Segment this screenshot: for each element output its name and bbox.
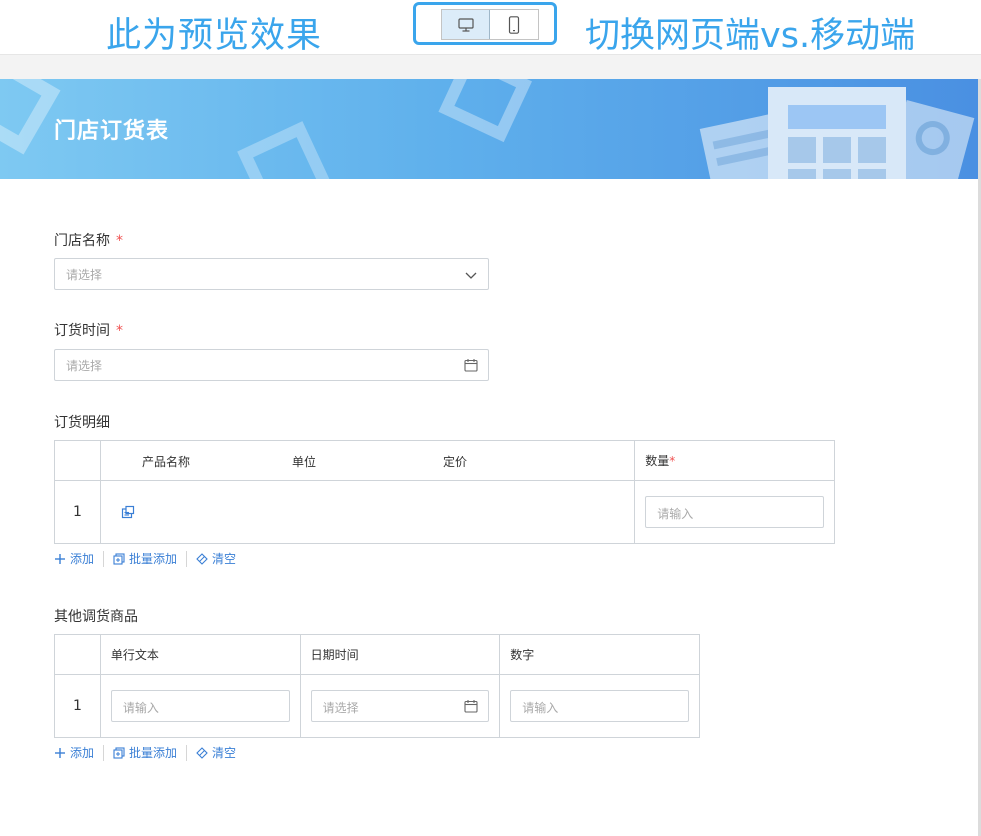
clear-button[interactable]: 清空 (196, 744, 236, 761)
required-mark: * (669, 454, 676, 468)
datetime-placeholder: 请选择 (322, 701, 359, 715)
calendar-icon (464, 359, 478, 372)
order-details-actions: 添加 批量添加 清空 (54, 550, 236, 567)
batch-add-label: 批量添加 (129, 552, 178, 566)
quantity-cell: 请输入 (634, 480, 835, 544)
desktop-icon (457, 17, 474, 32)
number-placeholder: 请输入 (522, 701, 559, 715)
batch-add-icon (113, 552, 125, 565)
other-goods-actions: 添加 批量添加 清空 (54, 744, 236, 761)
chevron-down-icon (465, 272, 477, 279)
row-index: 1 (54, 480, 101, 544)
divider (103, 744, 105, 761)
table-header-row: 产品名称 单位 定价 数量* (54, 440, 835, 481)
order-time-label: 订货时间 * (54, 320, 123, 340)
number-cell: 请输入 (499, 674, 700, 738)
preview-banner: 此为预览效果 切换网页端vs.移动端 (0, 0, 981, 56)
number-input[interactable]: 请输入 (510, 690, 689, 722)
order-time-placeholder: 请选择 (66, 359, 103, 373)
clear-label: 清空 (212, 552, 237, 566)
datetime-cell: 请选择 (299, 674, 501, 738)
store-name-select[interactable]: 请选择 (54, 258, 489, 290)
add-label: 添加 (70, 746, 95, 760)
form-title: 门店订货表 (54, 119, 170, 144)
clear-button[interactable]: 清空 (196, 550, 236, 567)
store-name-label-text: 门店名称 (54, 233, 110, 249)
other-goods-label: 其他调货商品 (54, 609, 138, 625)
switch-hint: 切换网页端vs.移动端 (585, 16, 916, 56)
plus-icon (55, 747, 65, 758)
order-time-label-text: 订货时间 (54, 323, 110, 339)
plus-icon (55, 553, 65, 564)
other-goods-table: 单行文本 日期时间 数字 1 请输入 请选择 请输入 (54, 634, 700, 738)
divider (186, 550, 188, 567)
row-index: 1 (54, 674, 101, 738)
preview-label: 此为预览效果 (106, 16, 323, 56)
add-row-button[interactable]: 添加 (54, 550, 94, 567)
product-name-header: 产品名称 (141, 455, 190, 469)
add-label: 添加 (70, 552, 95, 566)
index-column-header (54, 440, 101, 481)
order-details-table: 产品名称 单位 定价 数量* 1 请输入 (54, 440, 835, 544)
calendar-icon (464, 700, 478, 713)
index-column-header (54, 634, 101, 675)
device-toggle (441, 9, 539, 40)
divider (186, 744, 188, 761)
select-product-icon[interactable] (121, 505, 135, 519)
required-mark: * (116, 323, 123, 339)
quantity-header-label: 数量 (645, 454, 670, 468)
required-mark: * (116, 233, 123, 249)
batch-add-button[interactable]: 批量添加 (113, 550, 177, 567)
product-group-header: 产品名称 单位 定价 (99, 440, 636, 481)
price-header: 定价 (442, 455, 467, 469)
table-header-row: 单行文本 日期时间 数字 (54, 634, 700, 675)
page-gutter (0, 55, 981, 79)
batch-add-icon (113, 746, 125, 759)
store-name-label: 门店名称 * (54, 230, 123, 250)
datetime-column-header: 日期时间 (299, 634, 501, 675)
add-row-button[interactable]: 添加 (54, 744, 94, 761)
store-name-placeholder: 请选择 (66, 268, 103, 282)
order-details-label: 订货明细 (54, 415, 110, 431)
mobile-view-button[interactable] (490, 10, 538, 39)
form-header: 门店订货表 (0, 79, 978, 179)
batch-add-label: 批量添加 (129, 746, 178, 760)
text-input[interactable]: 请输入 (110, 690, 290, 722)
batch-add-button[interactable]: 批量添加 (113, 744, 177, 761)
number-column-header: 数字 (499, 634, 700, 675)
eraser-icon (196, 746, 208, 759)
eraser-icon (196, 552, 208, 565)
product-select-cell[interactable] (99, 480, 636, 544)
table-row: 1 请输入 (54, 480, 835, 544)
desktop-view-button[interactable] (442, 10, 490, 39)
clear-label: 清空 (212, 746, 237, 760)
mobile-phone-icon (508, 15, 520, 34)
text-placeholder: 请输入 (122, 701, 159, 715)
divider (103, 550, 105, 567)
datetime-picker[interactable]: 请选择 (310, 690, 490, 722)
order-time-picker[interactable]: 请选择 (54, 349, 489, 381)
quantity-input[interactable]: 请输入 (645, 496, 824, 528)
table-row: 1 请输入 请选择 请输入 (54, 674, 700, 738)
unit-header: 单位 (291, 455, 316, 469)
text-column-header: 单行文本 (99, 634, 301, 675)
text-cell: 请输入 (99, 674, 301, 738)
quantity-header: 数量* (634, 440, 835, 481)
quantity-placeholder: 请输入 (657, 507, 694, 521)
device-switch (413, 2, 557, 45)
